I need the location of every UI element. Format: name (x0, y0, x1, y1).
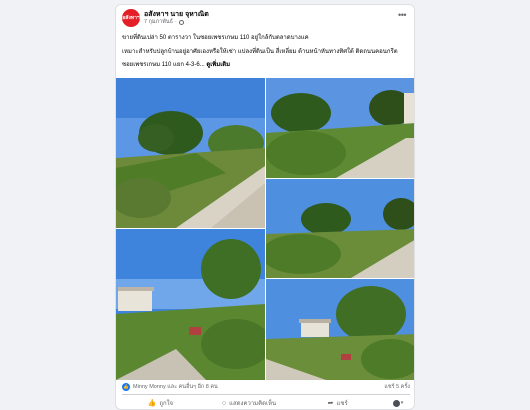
reactions-bar: 👍 Minny Monny และ คนอื่นๆ อีก 8 คน แชร์ … (122, 380, 410, 394)
action-bar: 👍 ถูกใจ ○ แสดงความคิดเห็น ➦ แชร์ ▾ (116, 395, 414, 409)
audience-selector[interactable]: ▾ (382, 399, 414, 407)
photo-3[interactable] (266, 179, 414, 278)
photo-3-image (266, 179, 414, 278)
avatar-logo-text: อสังหาฯ (122, 14, 140, 21)
photo-grid (116, 78, 414, 380)
facebook-post: อสังหาฯ อสังหาฯ นาย จุหาณิต 7 กุมภาพันธ์… (115, 4, 415, 410)
comment-button[interactable]: ○ แสดงความคิดเห็น (205, 395, 294, 409)
like-button[interactable]: 👍 ถูกใจ (116, 395, 205, 409)
thumbs-up-icon: 👍 (147, 399, 157, 407)
post-paragraph-1: ขายที่ดินเปล่า 50 ตารางวา ในซอยเพชรเกษม … (122, 35, 309, 41)
more-options-icon[interactable]: ••• (398, 11, 406, 20)
photo-4-image (116, 229, 265, 380)
like-icon: 👍 (122, 383, 130, 391)
comment-icon: ○ (221, 399, 227, 407)
share-label: แชร์ (336, 401, 348, 407)
photo-4[interactable] (116, 229, 265, 380)
post-timestamp[interactable]: 7 กุมภาพันธ์ (144, 18, 173, 26)
photo-2-image (266, 78, 414, 178)
globe-icon (178, 19, 184, 25)
comment-label: แสดงความคิดเห็น (229, 401, 277, 407)
post-paragraph-3-text: ซอยเพชรเกษม 110 แยก 4-3-6... (122, 62, 205, 68)
photo-5[interactable] (266, 279, 414, 380)
post-header: อสังหาฯ อสังหาฯ นาย จุหาณิต 7 กุมภาพันธ์… (116, 5, 414, 31)
page-avatar[interactable]: อสังหาฯ (122, 9, 140, 27)
share-arrow-icon: ➦ (327, 399, 334, 407)
user-avatar (392, 399, 400, 407)
photo-2[interactable] (266, 78, 414, 178)
like-label: ถูกใจ (159, 401, 174, 407)
photo-1[interactable] (116, 78, 265, 228)
see-more-link[interactable]: ดูเพิ่มเติม (206, 62, 230, 68)
post-meta: 7 กุมภาพันธ์ · (144, 18, 184, 26)
post-text: ขายที่ดินเปล่า 50 ตารางวา ในซอยเพชรเกษม … (122, 34, 412, 75)
share-button[interactable]: ➦ แชร์ (293, 395, 382, 409)
post-paragraph-2: เหมาะสำหรับปลูกบ้านอยู่อาศัยเองหรือให้เช… (122, 48, 398, 55)
photo-1-image (116, 78, 265, 228)
post-paragraph-3: ซอยเพชรเกษม 110 แยก 4-3-6... ดูเพิ่มเติม (122, 61, 412, 70)
chevron-down-icon: ▾ (400, 400, 404, 406)
reaction-text: Minny Monny และ คนอื่นๆ อีก 8 คน (133, 384, 218, 390)
reaction-summary[interactable]: 👍 Minny Monny และ คนอื่นๆ อีก 8 คน (122, 383, 218, 391)
photo-5-image (266, 279, 414, 380)
share-count[interactable]: แชร์ 5 ครั้ง (384, 383, 410, 391)
